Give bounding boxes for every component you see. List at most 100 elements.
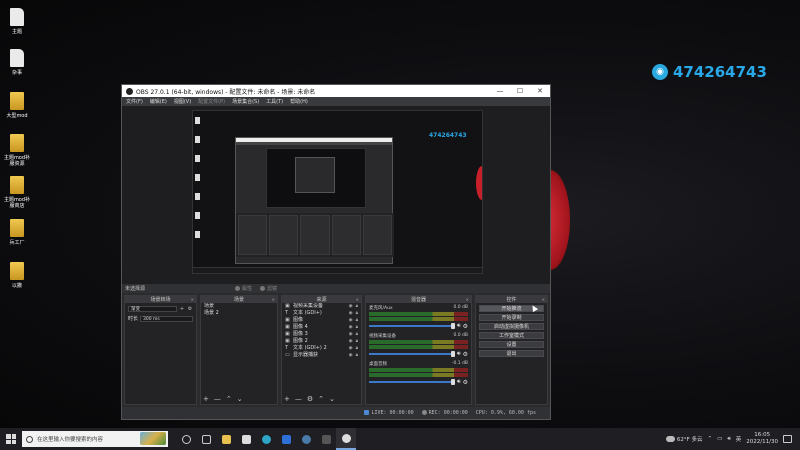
chevron-up-icon[interactable]: ⌃ <box>708 436 713 442</box>
menu-file[interactable]: 文件(F) <box>126 98 143 105</box>
duration-input[interactable]: 300 ms <box>140 315 193 322</box>
lock-icon[interactable]: 🔒︎ <box>356 331 358 338</box>
preview-area[interactable]: 474264743 <box>122 106 550 284</box>
task-view-button[interactable] <box>176 428 196 450</box>
eye-icon[interactable]: ◉ <box>349 310 353 317</box>
eye-icon[interactable]: ◉ <box>349 324 353 331</box>
desktop-icon-isaac[interactable]: 以撒 <box>0 262 34 289</box>
desktop-icon-theme-mod-res[interactable]: 主题mod补 服资源 <box>0 134 34 167</box>
volume-slider[interactable] <box>369 323 455 329</box>
obs-taskbar-button[interactable] <box>336 428 356 450</box>
transition-settings-icon[interactable]: ⚙ <box>187 306 193 312</box>
lock-icon[interactable]: 🔒︎ <box>356 317 358 324</box>
desktop-icon-misc[interactable]: 杂事 <box>0 49 34 76</box>
gear-icon[interactable]: ⚙ <box>463 351 468 358</box>
lock-icon[interactable]: 🔒︎ <box>356 345 358 352</box>
store-button[interactable] <box>236 428 256 450</box>
speaker-icon[interactable]: 🔊︎ <box>457 350 461 358</box>
menu-view[interactable]: 视图(V) <box>174 98 191 105</box>
widgets-button[interactable] <box>196 428 216 450</box>
notifications-icon[interactable] <box>783 435 792 443</box>
obs-window[interactable]: OBS 27.0.1 (64-bit, windows) - 配置文件: 未命名… <box>121 84 551 420</box>
input-language[interactable]: 英 <box>736 435 742 443</box>
filters-button[interactable]: 滤镜 <box>260 285 277 292</box>
exit-button[interactable]: 退出 <box>479 350 544 357</box>
add-transition-button[interactable]: + <box>179 306 185 312</box>
source-item[interactable]: T 文本 (GDI+) 2 ◉ 🔒︎ <box>282 345 361 352</box>
dock-close-icon[interactable]: ✕ <box>272 297 275 302</box>
source-item[interactable]: ▣ 图像 2 ◉ 🔒︎ <box>282 338 361 345</box>
lock-icon[interactable]: 🔒︎ <box>356 310 358 317</box>
eye-icon[interactable]: ◉ <box>349 317 353 324</box>
speaker-icon[interactable]: 🔊︎ <box>457 378 461 386</box>
move-down-icon[interactable]: ⌄ <box>237 395 243 403</box>
qq-button[interactable] <box>276 428 296 450</box>
source-item[interactable]: ▣ 视频采集设备 ◉ 🔒︎ <box>282 303 361 310</box>
file-explorer-button[interactable] <box>216 428 236 450</box>
transition-select[interactable]: 渐变 <box>128 306 177 312</box>
eye-icon[interactable]: ◉ <box>349 352 353 359</box>
eye-icon[interactable]: ◉ <box>349 338 353 345</box>
desktop-icon-large-mod[interactable]: 大型mod <box>0 92 34 119</box>
eye-icon[interactable]: ◉ <box>349 331 353 338</box>
move-up-icon[interactable]: ⌃ <box>318 395 324 403</box>
windows-logo-icon <box>6 434 16 444</box>
start-virtual-camera-button[interactable]: 启动虚拟摄像机 <box>479 323 544 330</box>
edge-button[interactable] <box>256 428 276 450</box>
lock-icon[interactable]: 🔒︎ <box>356 352 358 359</box>
source-item[interactable]: ▣ 图像 ◉ 🔒︎ <box>282 317 361 324</box>
menu-help[interactable]: 帮助(H) <box>290 98 308 105</box>
desktop-icon-theme[interactable]: 主题 <box>0 8 34 35</box>
weather-widget[interactable]: 62°F 多云 <box>665 435 703 443</box>
speaker-icon[interactable]: 🔊︎ <box>727 436 730 443</box>
eye-icon[interactable]: ◉ <box>349 345 353 352</box>
minimize-button[interactable]: — <box>490 87 510 95</box>
lock-icon[interactable]: 🔒︎ <box>356 338 358 345</box>
menu-profile[interactable]: 配置文件(P) <box>198 98 225 105</box>
start-button[interactable] <box>0 428 22 450</box>
add-scene-button[interactable]: + <box>203 395 209 403</box>
studio-mode-button[interactable]: 工作室模式 <box>479 332 544 339</box>
move-down-icon[interactable]: ⌄ <box>329 395 335 403</box>
preview-canvas[interactable]: 474264743 <box>192 110 483 274</box>
app-button[interactable] <box>316 428 336 450</box>
remove-source-button[interactable]: — <box>295 395 302 403</box>
move-up-icon[interactable]: ⌃ <box>226 395 232 403</box>
dock-close-icon[interactable]: ✕ <box>542 297 545 302</box>
clock[interactable]: 16:05 2022/11/30 <box>746 432 778 446</box>
source-item[interactable]: ▣ 图像 4 ◉ 🔒︎ <box>282 324 361 331</box>
lock-icon[interactable]: 🔒︎ <box>356 303 358 310</box>
add-source-button[interactable]: + <box>284 395 290 403</box>
scene-item[interactable]: 场景 <box>201 303 277 310</box>
taskbar-search[interactable]: 在这里输入你要搜索的内容 <box>22 431 168 447</box>
volume-slider[interactable] <box>369 379 455 385</box>
gear-icon[interactable]: ⚙ <box>463 379 468 386</box>
settings-button[interactable]: 设置 <box>479 341 544 348</box>
start-recording-button[interactable]: 开始录制 <box>479 314 544 321</box>
speaker-icon[interactable]: 🔊︎ <box>457 322 461 330</box>
obs-titlebar[interactable]: OBS 27.0.1 (64-bit, windows) - 配置文件: 未命名… <box>122 85 550 97</box>
remove-scene-button[interactable]: — <box>214 395 221 403</box>
scene-item[interactable]: 场景 2 <box>201 310 277 317</box>
network-icon[interactable]: ▭ <box>717 436 722 442</box>
source-item[interactable]: ▣ 图像 3 ◉ 🔒︎ <box>282 331 361 338</box>
volume-slider[interactable] <box>369 351 455 357</box>
dock-close-icon[interactable]: ✕ <box>191 297 194 302</box>
maximize-button[interactable]: ☐ <box>510 87 530 95</box>
source-item[interactable]: ▭ 显示器捕获 ◉ 🔒︎ <box>282 352 361 359</box>
lock-icon[interactable]: 🔒︎ <box>356 324 358 331</box>
dock-close-icon[interactable]: ✕ <box>466 297 469 302</box>
menu-edit[interactable]: 编辑(E) <box>150 98 167 105</box>
steam-button[interactable] <box>296 428 316 450</box>
gear-icon[interactable]: ⚙ <box>463 323 468 330</box>
eye-icon[interactable]: ◉ <box>349 303 353 310</box>
menu-tools[interactable]: 工具(T) <box>266 98 283 105</box>
source-settings-icon[interactable]: ⚙ <box>307 395 313 403</box>
menu-scene-collection[interactable]: 场景集合(S) <box>232 98 259 105</box>
close-button[interactable]: ✕ <box>530 87 550 95</box>
desktop-icon-theme-mod-shop[interactable]: 主题mod补 服商店 <box>0 176 34 209</box>
dock-close-icon[interactable]: ✕ <box>356 297 359 302</box>
properties-button[interactable]: 属性 <box>235 285 252 292</box>
desktop-icon-arsenal[interactable]: 兵工厂 <box>0 219 34 246</box>
source-item[interactable]: T 文本 (GDI+) ◉ 🔒︎ <box>282 310 361 317</box>
